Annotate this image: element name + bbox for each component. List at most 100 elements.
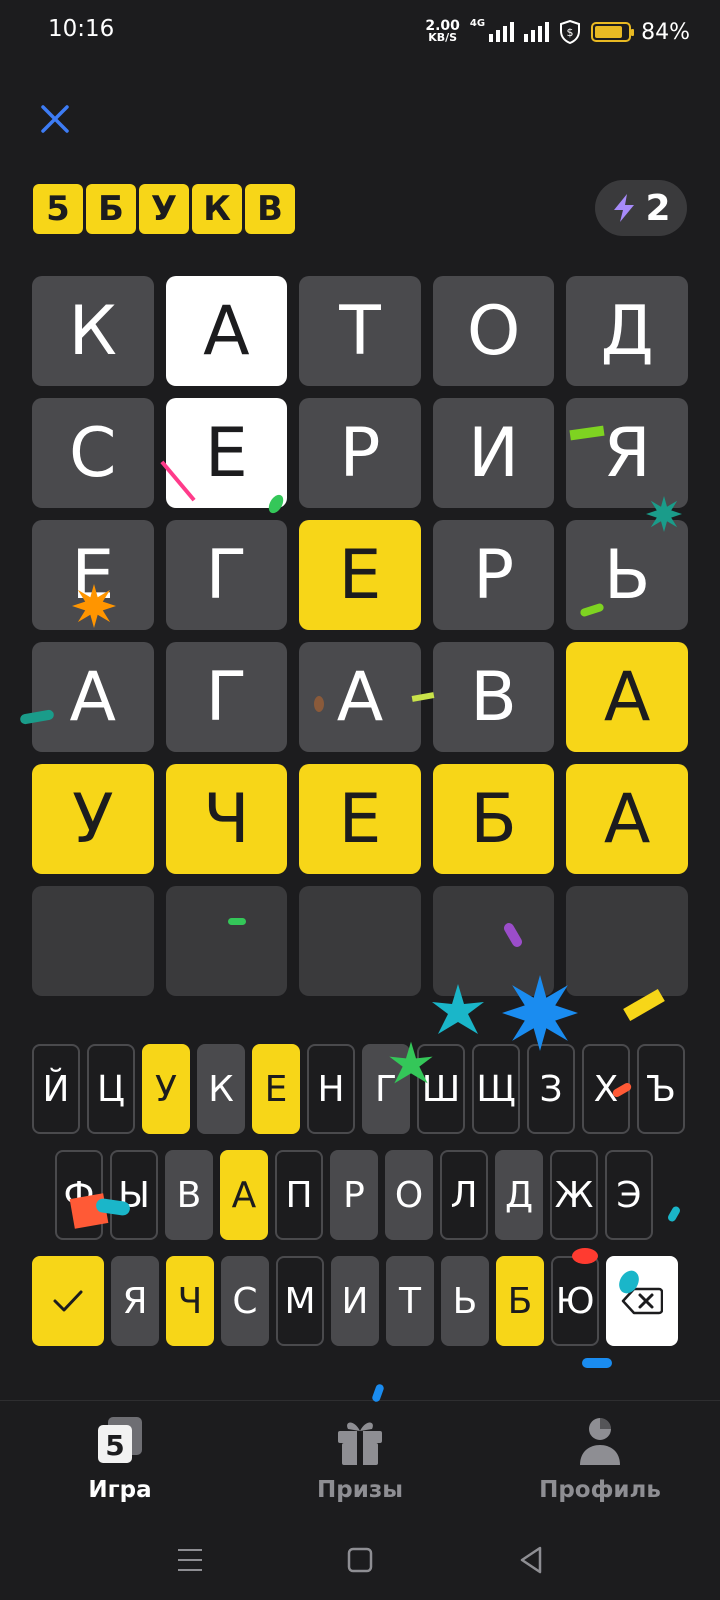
board-tile: В [432, 642, 555, 752]
key-ъ[interactable]: Ъ [637, 1044, 685, 1134]
key-ш[interactable]: Ш [417, 1044, 465, 1134]
game-board: КАТОДСЕРИЯЕГЕРЬАГАВАУЧЕБА [32, 276, 688, 1008]
board-tile-empty [432, 886, 555, 996]
tab-game[interactable]: 5 Игра [20, 1415, 220, 1503]
key-ю[interactable]: Ю [551, 1256, 599, 1346]
board-tile: Г [165, 642, 288, 752]
shield-icon: $ [560, 20, 581, 44]
board-tile-empty [566, 886, 688, 996]
board-tile: С [32, 398, 154, 508]
logo-letter: К [192, 184, 242, 234]
key-л[interactable]: Л [440, 1150, 488, 1240]
network-speed: 2.00 KB/S [425, 19, 460, 44]
board-tile-empty [32, 886, 154, 996]
key-р[interactable]: Р [330, 1150, 378, 1240]
key-х[interactable]: Х [582, 1044, 630, 1134]
logo-letter: 5 [33, 184, 83, 234]
key-ч[interactable]: Ч [166, 1256, 214, 1346]
key-в[interactable]: В [165, 1150, 213, 1240]
key-д[interactable]: Д [495, 1150, 543, 1240]
key-с[interactable]: С [221, 1256, 269, 1346]
check-icon [53, 1290, 83, 1312]
key-э[interactable]: Э [605, 1150, 653, 1240]
key-з[interactable]: З [527, 1044, 575, 1134]
profile-icon [580, 1418, 620, 1465]
board-row: КАТОД [32, 276, 688, 386]
board-tile: И [432, 398, 555, 508]
logo-letter: Б [86, 184, 136, 234]
keyboard-row-3: ЯЧСМИТЬБЮ [32, 1256, 688, 1346]
battery-percent: 84% [641, 19, 690, 45]
gift-icon [338, 1422, 382, 1465]
key-ь[interactable]: Ь [441, 1256, 489, 1346]
key-й[interactable]: Й [32, 1044, 80, 1134]
network-speed-unit: KB/S [428, 31, 458, 44]
board-tile: К [32, 276, 154, 386]
key-я[interactable]: Я [111, 1256, 159, 1346]
key-а[interactable]: А [220, 1150, 268, 1240]
board-tile: Я [566, 398, 688, 508]
board-tile: У [32, 764, 154, 874]
lightning-icon [614, 194, 635, 222]
board-row: АГАВА [32, 642, 688, 752]
logo-letter: У [139, 184, 189, 234]
tab-profile-label: Профиль [539, 1477, 661, 1503]
tab-bar: 5 Игра Призы Профиль [0, 1400, 720, 1511]
board-tile: Б [432, 764, 555, 874]
key-т[interactable]: Т [386, 1256, 434, 1346]
keyboard-row-2: ФЫВАПРОЛДЖЭ [32, 1150, 688, 1240]
key-м[interactable]: М [276, 1256, 324, 1346]
tab-profile[interactable]: Профиль [500, 1415, 700, 1503]
key-г[interactable]: Г [362, 1044, 410, 1134]
backspace-button[interactable] [606, 1256, 678, 1346]
system-nav-bar [0, 1520, 720, 1600]
board-tile: Е [299, 764, 421, 874]
status-icons: 2.00 KB/S 4G $ 84% [425, 16, 690, 48]
board-tile: А [566, 642, 688, 752]
submit-button[interactable] [32, 1256, 104, 1346]
menu-icon[interactable] [170, 1544, 210, 1576]
svg-text:5: 5 [105, 1429, 124, 1462]
key-у[interactable]: У [142, 1044, 190, 1134]
key-б[interactable]: Б [496, 1256, 544, 1346]
board-tile: Е [299, 520, 421, 630]
board-tile: Е [165, 398, 288, 508]
board-row: ЕГЕРЬ [32, 520, 688, 630]
key-о[interactable]: О [385, 1150, 433, 1240]
board-tile: О [432, 276, 555, 386]
tab-prizes[interactable]: Призы [260, 1415, 460, 1503]
key-е[interactable]: Е [252, 1044, 300, 1134]
energy-count: 2 [645, 187, 671, 229]
status-time: 10:16 [48, 16, 115, 42]
board-tile: Ч [165, 764, 288, 874]
board-tile: Р [432, 520, 555, 630]
board-row: УЧЕБА [32, 764, 688, 874]
board-tile: Д [566, 276, 688, 386]
close-icon[interactable] [38, 102, 72, 136]
energy-badge[interactable]: 2 [595, 180, 687, 236]
key-щ[interactable]: Щ [472, 1044, 520, 1134]
board-tile: Г [165, 520, 288, 630]
key-ы[interactable]: Ы [110, 1150, 158, 1240]
board-tile: А [566, 764, 688, 874]
game-icon: 5 [98, 1417, 142, 1463]
board-row [32, 886, 688, 996]
logo-letter: В [245, 184, 295, 234]
back-icon[interactable] [512, 1544, 552, 1576]
board-tile-empty [299, 886, 421, 996]
key-н[interactable]: Н [307, 1044, 355, 1134]
battery-icon [591, 22, 635, 42]
signal-icon [489, 22, 515, 42]
home-icon[interactable] [340, 1544, 380, 1576]
key-ф[interactable]: Ф [55, 1150, 103, 1240]
key-п[interactable]: П [275, 1150, 323, 1240]
key-ц[interactable]: Ц [87, 1044, 135, 1134]
board-tile: Е [32, 520, 154, 630]
board-tile: Ь [566, 520, 688, 630]
board-tile: Р [299, 398, 421, 508]
board-tile-empty [165, 886, 288, 996]
key-и[interactable]: И [331, 1256, 379, 1346]
key-ж[interactable]: Ж [550, 1150, 598, 1240]
key-к[interactable]: К [197, 1044, 245, 1134]
tab-prizes-label: Призы [317, 1477, 403, 1503]
